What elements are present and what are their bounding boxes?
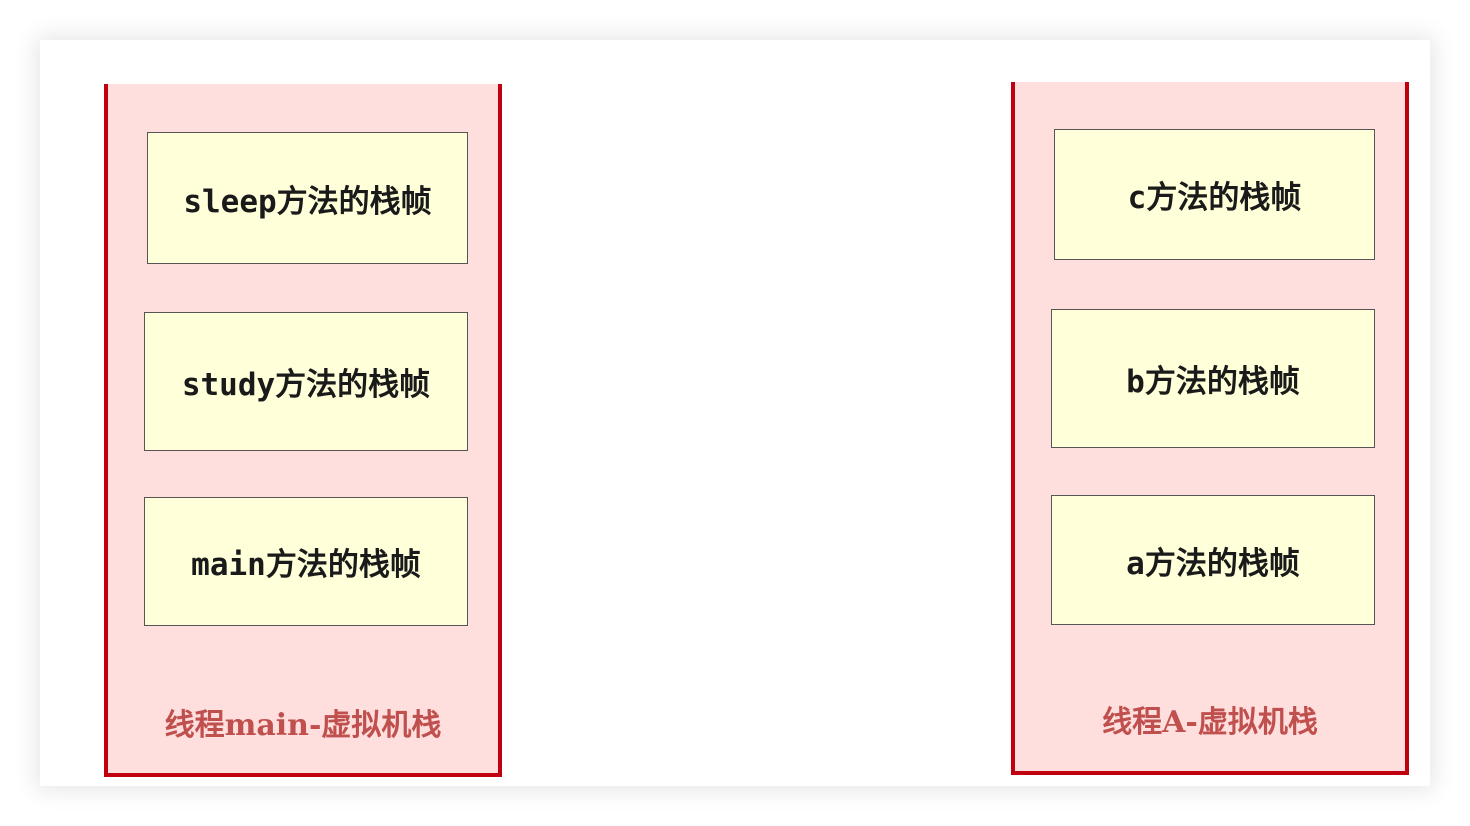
thread-a-stack-label: 线程A-虚拟机栈 — [1102, 705, 1318, 740]
stack-frame-a: a方法的栈帧 — [1051, 495, 1375, 625]
stack-frame-sleep: sleep方法的栈帧 — [147, 132, 468, 264]
stack-frame-c: c方法的栈帧 — [1054, 129, 1375, 260]
thread-a-vm-stack: c方法的栈帧 b方法的栈帧 a方法的栈帧 线程A-虚拟机栈 — [1011, 82, 1409, 775]
stack-frame-b: b方法的栈帧 — [1051, 309, 1375, 448]
main-thread-stack-label: 线程main-虚拟机栈 — [164, 708, 442, 743]
stack-frame-study: study方法的栈帧 — [144, 312, 468, 451]
main-thread-vm-stack: sleep方法的栈帧 study方法的栈帧 main方法的栈帧 线程main-虚… — [104, 84, 502, 777]
stack-frame-main: main方法的栈帧 — [144, 497, 468, 626]
